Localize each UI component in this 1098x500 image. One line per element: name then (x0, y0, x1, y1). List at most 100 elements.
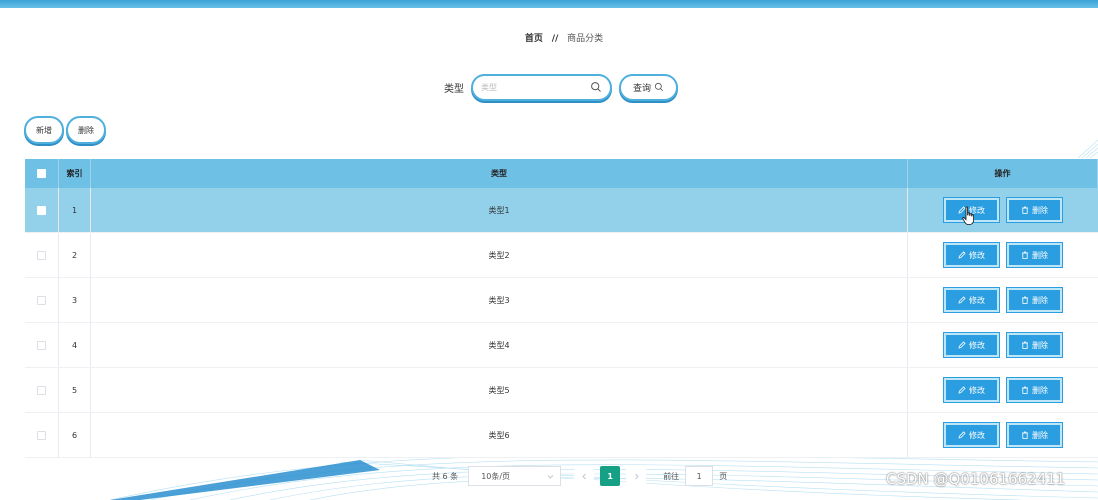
table-body: 1 类型1 修改 删除 2 类型2 修改 删除 3 类型3 修改 删除 4 类型… (25, 188, 1098, 458)
header-index: 索引 (59, 159, 91, 188)
edit-button[interactable]: 修改 (944, 288, 999, 312)
trash-icon (1022, 386, 1028, 394)
breadcrumb-separator: // (551, 34, 559, 44)
row-check-cell (25, 278, 59, 322)
row-actions: 修改 删除 (908, 278, 1098, 322)
search-label: 类型 (444, 83, 464, 95)
query-button-label: 查询 (632, 83, 651, 94)
delete-button-label: 删除 (1032, 205, 1048, 215)
edit-button[interactable]: 修改 (944, 378, 999, 402)
row-actions: 修改 删除 (908, 233, 1098, 277)
trash-icon (1022, 251, 1028, 259)
row-actions: 修改 删除 (908, 323, 1098, 367)
hand-cursor-icon (962, 206, 974, 225)
chevron-right-icon (634, 473, 639, 479)
select-all-checkbox[interactable] (37, 169, 46, 178)
table-row: 6 类型6 修改 删除 (25, 413, 1098, 458)
edit-button[interactable]: 修改 (944, 243, 999, 267)
table-header: 索引 类型 操作 (25, 159, 1098, 188)
header-type: 类型 (91, 159, 908, 188)
row-check-cell (25, 368, 59, 412)
delete-button[interactable]: 删除 (1007, 243, 1062, 267)
table-row: 1 类型1 修改 删除 (25, 188, 1098, 233)
action-toolbar: 新增 删除 (24, 116, 108, 144)
search-icon (591, 82, 601, 92)
row-checkbox[interactable] (37, 205, 46, 215)
pagination-total: 共 6 条 (432, 471, 459, 481)
row-type: 类型4 (91, 323, 908, 367)
search-field[interactable] (471, 73, 612, 101)
row-type: 类型2 (91, 233, 908, 277)
edit-button[interactable]: 修改 (944, 423, 999, 447)
row-actions: 修改 删除 (908, 368, 1098, 412)
trash-icon (1022, 341, 1028, 349)
prev-page-button[interactable] (574, 466, 595, 486)
edit-button[interactable]: 修改 (944, 333, 999, 357)
delete-button-label: 删除 (1032, 385, 1048, 395)
breadcrumb-home[interactable]: 首页 (525, 34, 543, 44)
delete-button-label: 删除 (1032, 250, 1048, 260)
table-row: 5 类型5 修改 删除 (25, 368, 1098, 413)
trash-icon (1022, 206, 1028, 214)
edit-button-label: 修改 (969, 430, 985, 440)
row-checkbox[interactable] (37, 250, 46, 260)
header-ops: 操作 (908, 159, 1098, 188)
edit-icon (958, 296, 966, 304)
edit-icon (958, 386, 966, 394)
delete-button[interactable]: 删除 (1007, 333, 1062, 357)
page-size-select[interactable]: 10条/页 (468, 466, 562, 486)
delete-button-label: 删除 (1032, 430, 1048, 440)
next-page-button[interactable] (626, 466, 647, 486)
row-index: 1 (59, 188, 91, 232)
delete-button[interactable]: 删除 (1007, 288, 1062, 312)
query-button[interactable]: 查询 (619, 73, 678, 101)
breadcrumb-current: 商品分类 (567, 34, 604, 44)
row-index: 3 (59, 278, 91, 322)
top-accent-bar (0, 0, 1098, 8)
row-check-cell (25, 233, 59, 277)
row-check-cell (25, 188, 59, 232)
row-index: 2 (59, 233, 91, 277)
delete-button[interactable]: 删除 (1007, 378, 1062, 402)
row-checkbox[interactable] (37, 385, 46, 395)
row-actions: 修改 删除 (908, 188, 1098, 232)
chevron-left-icon (582, 473, 586, 479)
chevron-down-icon (547, 474, 554, 479)
row-check-cell (25, 413, 59, 457)
delete-button[interactable]: 删除 (1007, 198, 1062, 222)
table-row: 4 类型4 修改 删除 (25, 323, 1098, 368)
add-button[interactable]: 新增 (24, 116, 64, 144)
table-row: 3 类型3 修改 删除 (25, 278, 1098, 323)
edit-button-label: 修改 (969, 340, 985, 350)
edit-button-label: 修改 (969, 295, 985, 305)
row-checkbox[interactable] (37, 340, 46, 350)
category-table: 索引 类型 操作 1 类型1 修改 删除 2 类型2 修改 删除 3 类型3 修… (25, 159, 1098, 458)
edit-button-label: 修改 (969, 385, 985, 395)
trash-icon (1022, 431, 1028, 439)
row-index: 6 (59, 413, 91, 457)
page-size-value: 10条/页 (481, 471, 511, 481)
batch-delete-button[interactable]: 删除 (66, 116, 106, 144)
row-actions: 修改 删除 (908, 413, 1098, 457)
watermark: CSDN @Q01061662411 (886, 470, 1066, 488)
row-index: 4 (59, 323, 91, 367)
edit-icon (958, 431, 966, 439)
row-checkbox[interactable] (37, 295, 46, 305)
breadcrumb: 首页 // 商品分类 (0, 31, 1098, 44)
goto-label: 前往 (663, 471, 680, 481)
edit-icon (958, 251, 966, 259)
delete-button[interactable]: 删除 (1007, 423, 1062, 447)
row-type: 类型5 (91, 368, 908, 412)
edit-button-label: 修改 (969, 250, 985, 260)
row-check-cell (25, 323, 59, 367)
pagination: 共 6 条 10条/页 1 前往 1 页 (432, 466, 727, 486)
row-index: 5 (59, 368, 91, 412)
row-checkbox[interactable] (37, 430, 46, 440)
page-number-active[interactable]: 1 (600, 466, 621, 486)
delete-button-label: 删除 (1032, 295, 1048, 305)
search-input[interactable] (481, 82, 590, 92)
goto-page-input[interactable]: 1 (685, 466, 714, 486)
search-icon (654, 82, 664, 92)
row-type: 类型1 (91, 188, 908, 232)
table-row: 2 类型2 修改 删除 (25, 233, 1098, 278)
